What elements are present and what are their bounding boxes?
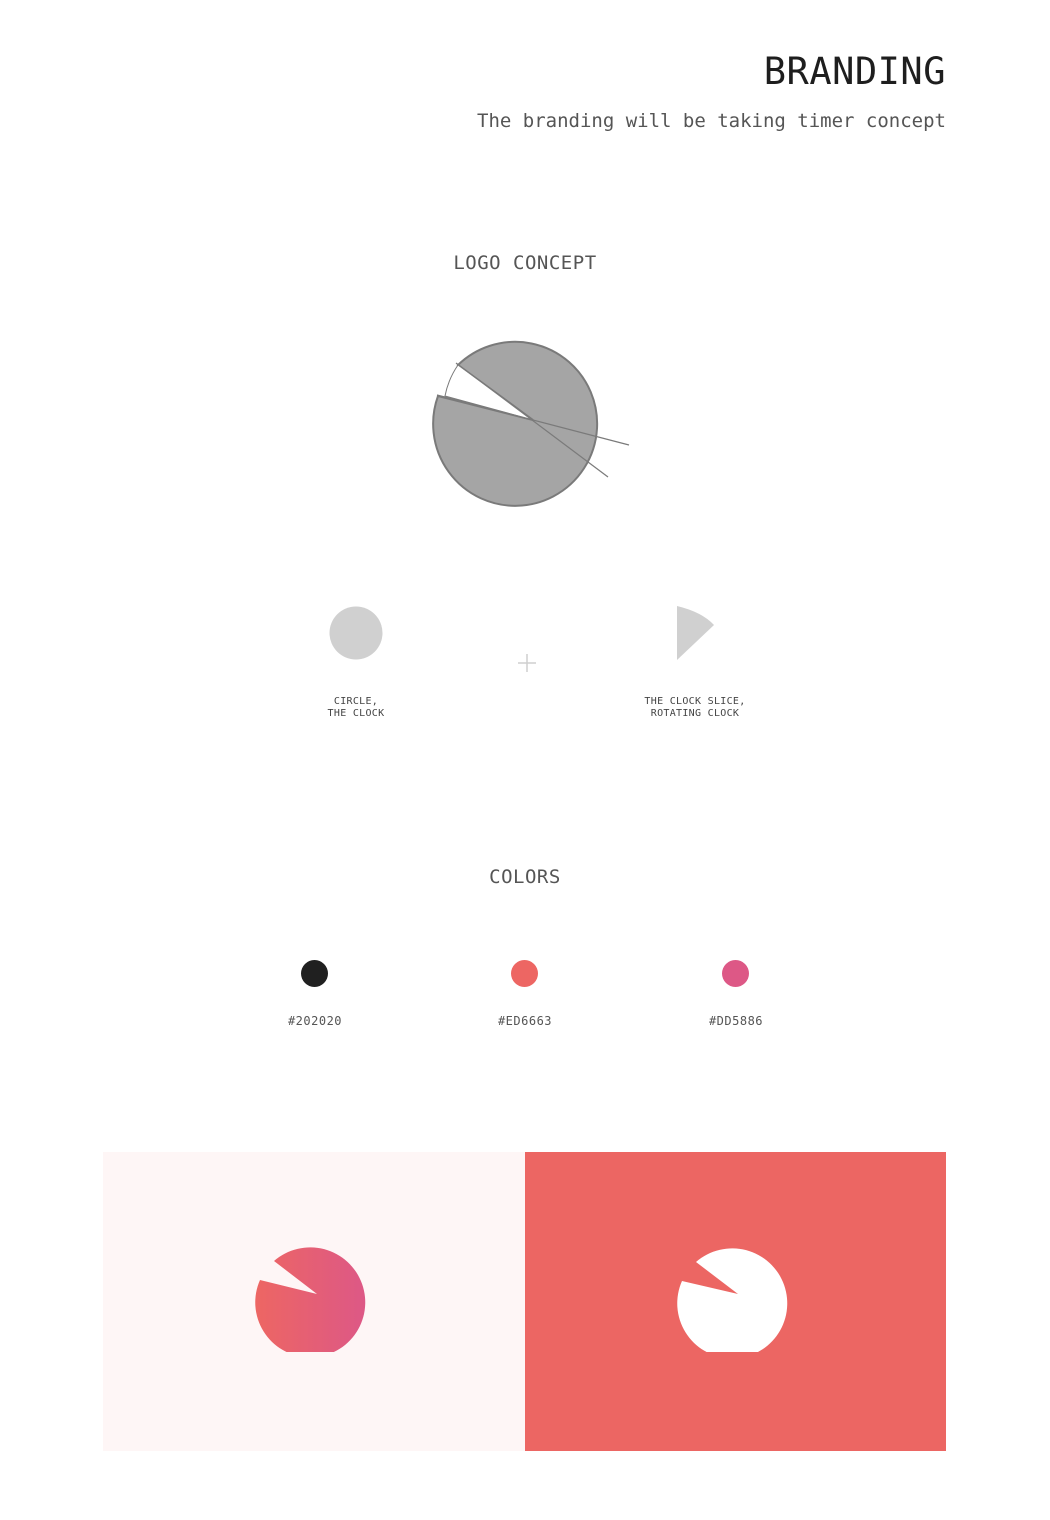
page-subtitle: The branding will be taking timer concep… bbox=[477, 110, 946, 132]
gradient-logo-icon bbox=[255, 1247, 366, 1352]
clock-slice-caption-line1: THE CLOCK SLICE, bbox=[644, 696, 746, 707]
color-swatch-pink bbox=[722, 960, 749, 987]
circle-shape-icon bbox=[329, 606, 383, 660]
colors-heading: COLORS bbox=[489, 866, 561, 888]
color-label-pink: #DD5886 bbox=[708, 1014, 764, 1028]
white-logo-icon bbox=[677, 1248, 788, 1352]
color-label-dark: #202020 bbox=[287, 1014, 343, 1028]
circle-caption-line1: CIRCLE, bbox=[333, 696, 379, 707]
plus-icon bbox=[518, 654, 536, 672]
logo-mockup-light-panel bbox=[103, 1152, 525, 1451]
page-title: BRANDING bbox=[763, 50, 946, 93]
color-swatch-coral bbox=[511, 960, 538, 987]
clock-slice-icon bbox=[677, 606, 714, 660]
logo-mockup-dark-panel bbox=[525, 1152, 946, 1451]
clock-slice-caption: THE CLOCK SLICE, ROTATING CLOCK bbox=[615, 696, 775, 720]
color-swatch-dark bbox=[301, 960, 328, 987]
circle-caption: CIRCLE, THE CLOCK bbox=[276, 696, 436, 720]
circle-caption-line2: THE CLOCK bbox=[327, 708, 385, 719]
logo-concept-heading: LOGO CONCEPT bbox=[453, 252, 597, 274]
clock-slice-caption-line2: ROTATING CLOCK bbox=[650, 708, 740, 719]
logo-construction-diagram bbox=[432, 340, 630, 507]
color-label-coral: #ED6663 bbox=[497, 1014, 553, 1028]
